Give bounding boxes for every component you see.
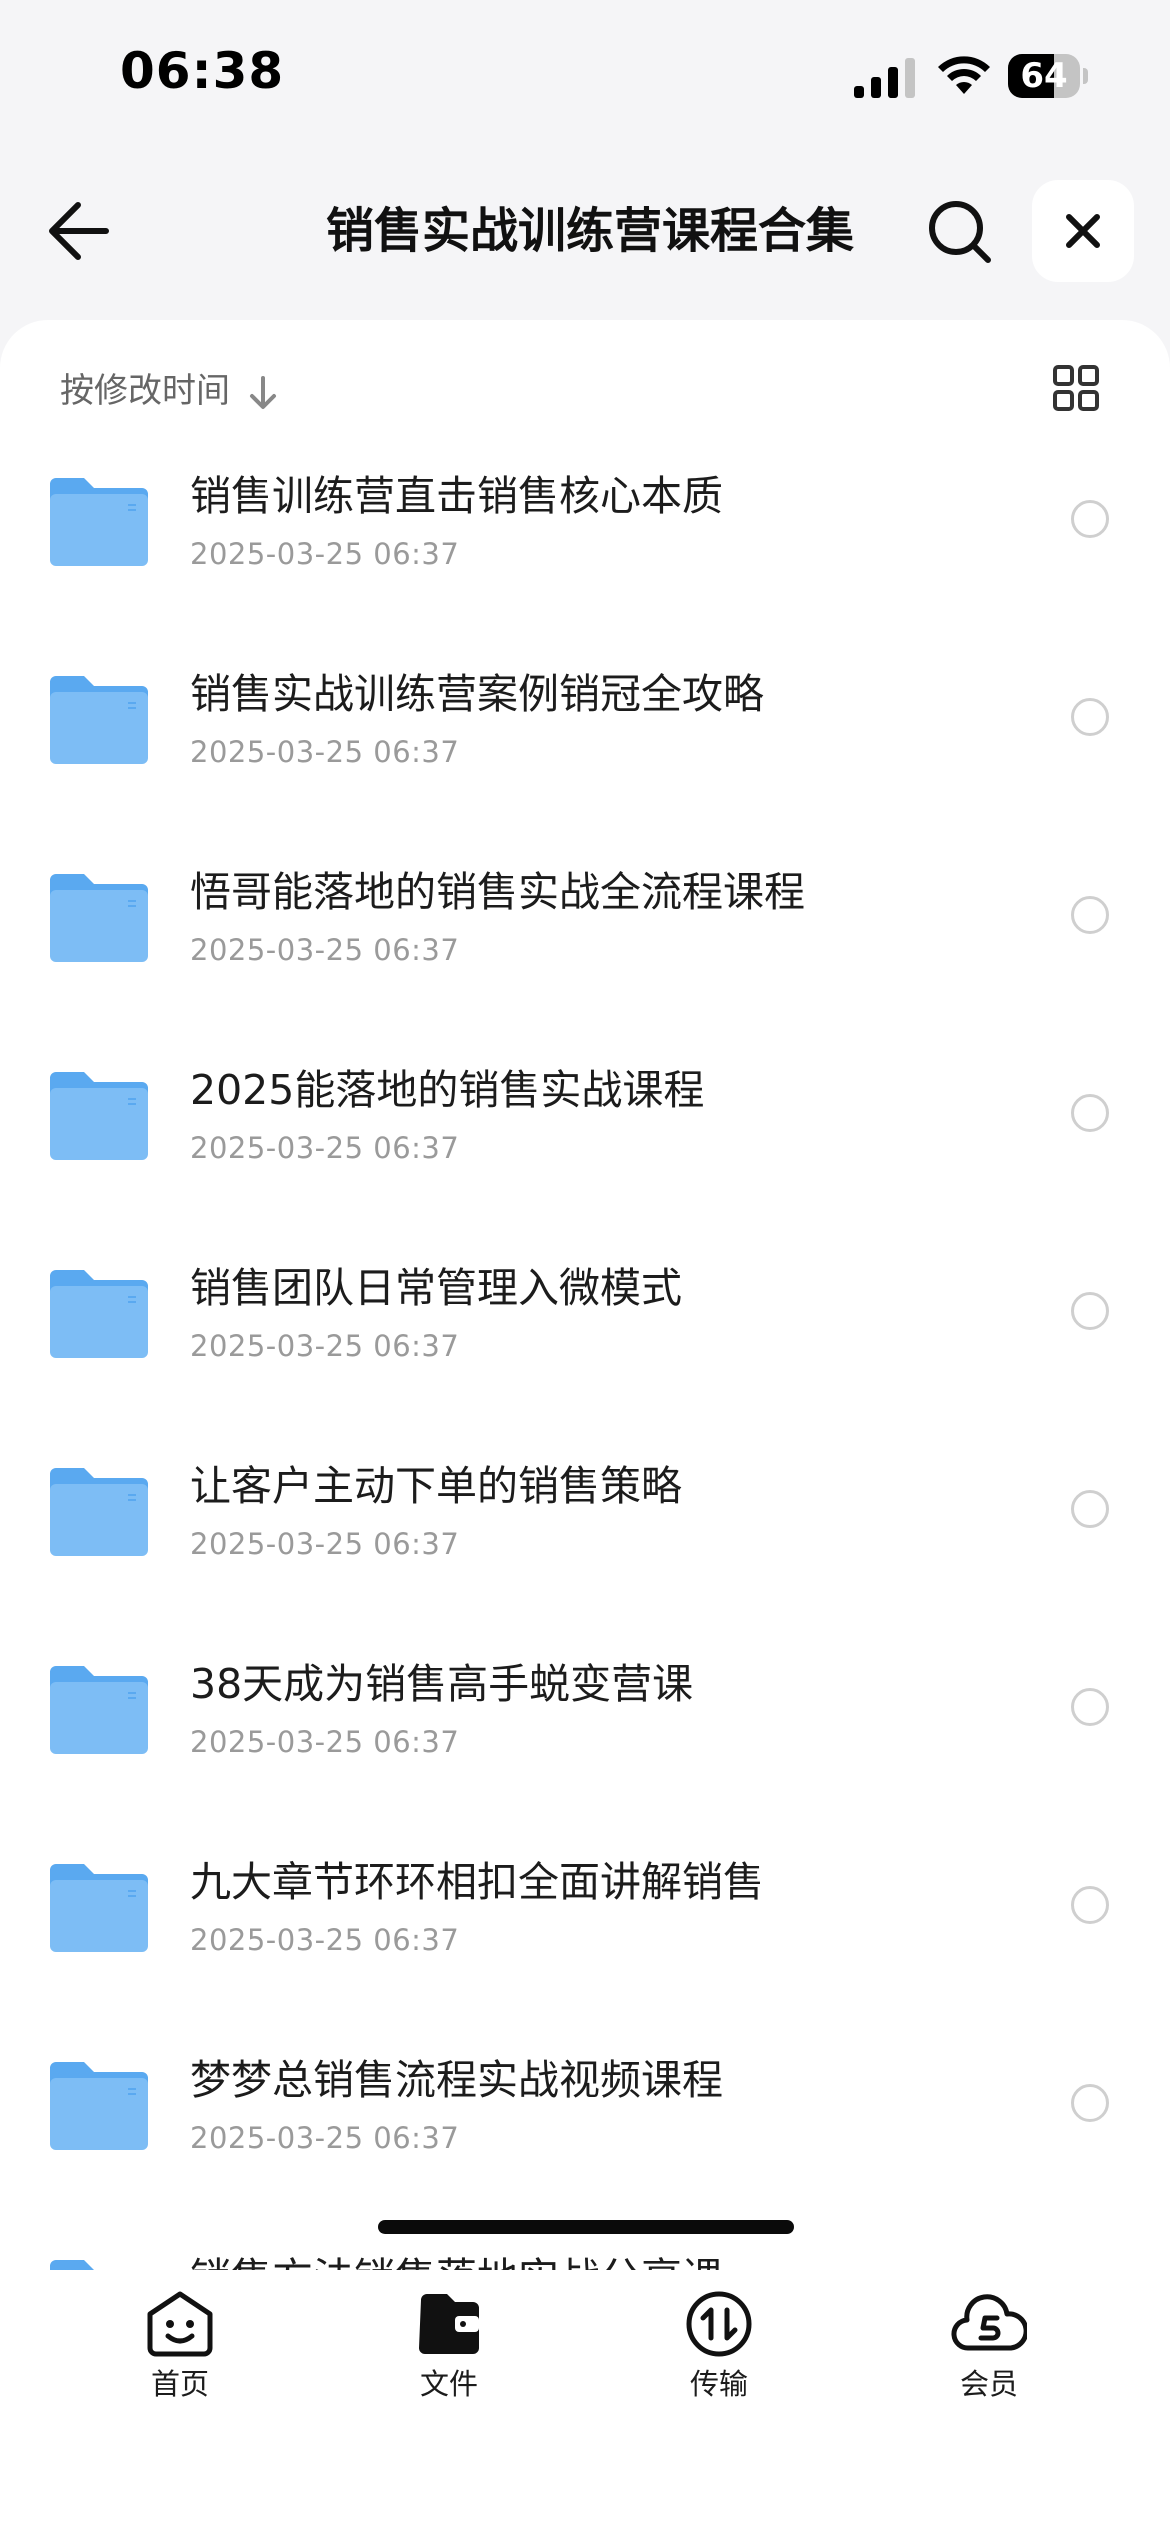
tab-home-label: 首页 xyxy=(150,2367,209,2401)
tab-files[interactable]: 文件 xyxy=(359,2290,539,2430)
file-row[interactable]: 销售训练营直击销售核心本质 2025-03-25 06:37 xyxy=(0,440,1170,638)
folder-icon xyxy=(50,1072,148,1160)
select-radio[interactable] xyxy=(1071,698,1109,736)
file-name: 梦梦总销售流程实战视频课程 xyxy=(190,2056,723,2104)
tab-member[interactable]: 会员 xyxy=(899,2290,1079,2430)
wifi-icon xyxy=(938,56,990,94)
file-name: 销售实战训练营案例销冠全攻略 xyxy=(190,670,764,718)
cellular-signal-icon xyxy=(854,58,915,98)
sort-label: 按修改时间 xyxy=(60,371,230,411)
select-radio[interactable] xyxy=(1071,1688,1109,1726)
file-modified-date: 2025-03-25 06:37 xyxy=(190,1725,460,1759)
folder-icon xyxy=(50,676,148,764)
file-row[interactable]: 让客户主动下单的销售策略 2025-03-25 06:37 xyxy=(0,1430,1170,1628)
file-row[interactable]: 销售团队日常管理入微模式 2025-03-25 06:37 xyxy=(0,1232,1170,1430)
tab-transfer-label: 传输 xyxy=(689,2367,748,2401)
page-title: 销售实战训练营课程合集 xyxy=(325,203,854,259)
select-radio[interactable] xyxy=(1071,500,1109,538)
home-face-icon xyxy=(147,2291,213,2357)
file-modified-date: 2025-03-25 06:37 xyxy=(190,933,460,967)
folder-icon xyxy=(50,1864,148,1952)
file-row[interactable]: 梦梦总销售流程实战视频课程 2025-03-25 06:37 xyxy=(0,2024,1170,2222)
close-button[interactable] xyxy=(1032,180,1134,282)
file-modified-date: 2025-03-25 06:37 xyxy=(190,1923,460,1957)
file-name: 让客户主动下单的销售策略 xyxy=(190,1462,682,1510)
files-wallet-icon xyxy=(419,2294,479,2354)
folder-icon xyxy=(50,1666,148,1754)
folder-icon xyxy=(50,2062,148,2150)
select-radio[interactable] xyxy=(1071,1094,1109,1132)
back-arrow-icon[interactable] xyxy=(44,198,114,264)
tab-files-label: 文件 xyxy=(419,2367,478,2401)
search-icon[interactable] xyxy=(924,196,996,268)
file-list-sheet: 按修改时间 销售训练营直击销售核心本质 2025-03-25 06:37 销售实战训… xyxy=(0,320,1170,2532)
home-indicator xyxy=(378,2220,794,2234)
select-radio[interactable] xyxy=(1071,1292,1109,1330)
select-radio[interactable] xyxy=(1071,896,1109,934)
file-modified-date: 2025-03-25 06:37 xyxy=(190,2121,460,2155)
status-time: 06:38 xyxy=(120,42,285,100)
file-name: 38天成为销售高手蜕变营课 xyxy=(190,1660,694,1708)
file-name: 销售方法销售落地实战分享课 xyxy=(190,2250,723,2270)
file-row[interactable]: 九大章节环环相扣全面讲解销售 2025-03-25 06:37 xyxy=(0,1826,1170,2024)
file-name: 悟哥能落地的销售实战全流程课程 xyxy=(190,868,805,916)
select-radio[interactable] xyxy=(1071,1490,1109,1528)
battery-level-text: 64 xyxy=(1020,56,1068,96)
tab-home[interactable]: 首页 xyxy=(90,2290,270,2430)
sort-by-modified-button[interactable]: 按修改时间 xyxy=(60,368,278,414)
close-icon xyxy=(1066,214,1100,248)
sort-down-arrow-icon xyxy=(250,375,276,409)
file-row[interactable]: 2025能落地的销售实战课程 2025-03-25 06:37 xyxy=(0,1034,1170,1232)
select-radio[interactable] xyxy=(1071,2084,1109,2122)
folder-icon xyxy=(50,2260,142,2270)
file-row[interactable]: 悟哥能落地的销售实战全流程课程 2025-03-25 06:37 xyxy=(0,836,1170,1034)
tab-bar: 首页 文件 传输 会员 xyxy=(0,2220,1170,2532)
folder-icon xyxy=(50,1468,148,1556)
folder-icon xyxy=(50,478,148,566)
file-name: 2025能落地的销售实战课程 xyxy=(190,1066,705,1114)
folder-icon xyxy=(50,1270,148,1358)
file-modified-date: 2025-03-25 06:37 xyxy=(190,1527,460,1561)
nav-bar: 销售实战训练营课程合集 xyxy=(0,170,1170,290)
file-modified-date: 2025-03-25 06:37 xyxy=(190,735,460,769)
grid-view-icon[interactable] xyxy=(1052,364,1100,412)
file-name: 销售团队日常管理入微模式 xyxy=(190,1264,682,1312)
file-modified-date: 2025-03-25 06:37 xyxy=(190,1131,460,1165)
file-row[interactable]: 38天成为销售高手蜕变营课 2025-03-25 06:37 xyxy=(0,1628,1170,1826)
file-modified-date: 2025-03-25 06:37 xyxy=(190,537,460,571)
member-cloud-icon xyxy=(951,2294,1027,2351)
file-row[interactable]: 销售实战训练营案例销冠全攻略 2025-03-25 06:37 xyxy=(0,638,1170,836)
file-name: 销售训练营直击销售核心本质 xyxy=(190,472,723,520)
folder-icon xyxy=(50,874,148,962)
battery-icon: 64 xyxy=(1008,54,1088,98)
file-name: 九大章节环环相扣全面讲解销售 xyxy=(190,1858,764,1906)
file-list: 销售训练营直击销售核心本质 2025-03-25 06:37 销售实战训练营案例销冠… xyxy=(0,440,1170,2270)
tab-member-label: 会员 xyxy=(959,2367,1018,2401)
tab-transfer[interactable]: 传输 xyxy=(629,2290,809,2430)
status-bar: 06:38 64 xyxy=(0,0,1170,150)
select-radio[interactable] xyxy=(1071,1886,1109,1924)
file-modified-date: 2025-03-25 06:37 xyxy=(190,1329,460,1363)
transfer-icon xyxy=(686,2291,752,2357)
